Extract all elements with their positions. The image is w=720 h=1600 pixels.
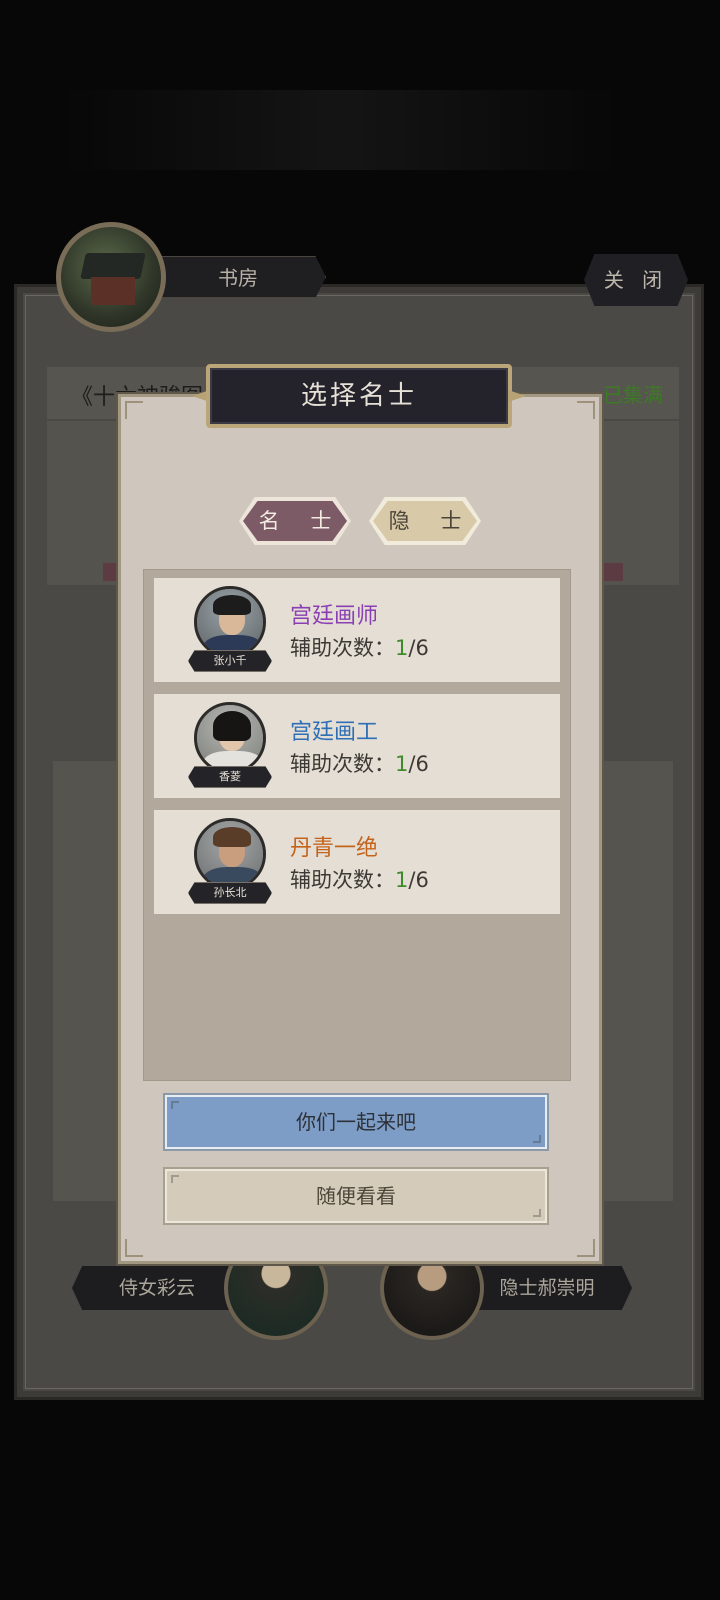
- tab-famous-scholar[interactable]: 名 士: [239, 497, 351, 545]
- assist-current: 1: [395, 868, 409, 892]
- portrait-icon: [194, 586, 266, 658]
- assist-current: 1: [395, 636, 409, 660]
- button-corner-icon: [533, 1135, 541, 1143]
- avatar: 香菱: [188, 702, 272, 792]
- assist-count: 辅助次数：1/6: [290, 864, 429, 894]
- browse-label: 随便看看: [316, 1184, 396, 1208]
- assist-label: 辅助次数：: [290, 752, 395, 776]
- assist-count: 辅助次数：1/6: [290, 632, 429, 662]
- all-together-label: 你们一起来吧: [296, 1110, 416, 1134]
- scholar-name: 孙长北: [188, 882, 272, 904]
- scholar-title: 宫廷画师: [290, 604, 379, 629]
- scholar-list[interactable]: 张小千 宫廷画师 辅助次数：1/6 香菱 宫廷画工 辅助次数：1/6 孙长北 丹…: [143, 569, 571, 1081]
- house-shape: [91, 277, 135, 305]
- attendant-left-label[interactable]: 侍女彩云: [72, 1266, 242, 1310]
- corner-ornament-icon: [577, 1239, 595, 1257]
- scholar-name: 张小千: [188, 650, 272, 672]
- scholar-card[interactable]: 孙长北 丹青一绝 辅助次数：1/6: [154, 810, 560, 914]
- tab-hermit[interactable]: 隐 士: [369, 497, 481, 545]
- scholar-card[interactable]: 香菱 宫廷画工 辅助次数：1/6: [154, 694, 560, 798]
- roof-shape: [80, 253, 146, 279]
- corner-ornament-icon: [125, 1239, 143, 1257]
- assist-count: 辅助次数：1/6: [290, 748, 429, 778]
- modal-title-plate: 选择名士: [192, 364, 526, 436]
- portrait-icon: [194, 818, 266, 890]
- modal-title: 选择名士: [206, 364, 512, 428]
- assist-total: /6: [408, 636, 429, 660]
- study-label: 书房: [150, 256, 326, 298]
- button-corner-icon: [533, 1209, 541, 1217]
- portrait-icon: [194, 702, 266, 774]
- background-header-blur: [60, 90, 620, 170]
- attendant-right-label[interactable]: 隐士郝崇明: [462, 1266, 632, 1310]
- scholar-name: 香菱: [188, 766, 272, 788]
- corner-ornament-icon: [577, 401, 595, 419]
- avatar: 孙长北: [188, 818, 272, 908]
- avatar: 张小千: [188, 586, 272, 676]
- study-building-icon: [56, 222, 166, 332]
- button-corner-icon: [171, 1101, 179, 1109]
- select-scholar-modal: 名 士 隐 士 张小千 宫廷画师 辅助次数：1/6 香菱 宫廷画工 辅助次数：1…: [118, 394, 602, 1264]
- scholar-tabs: 名 士 隐 士: [239, 497, 489, 549]
- all-together-button[interactable]: 你们一起来吧: [165, 1095, 547, 1149]
- tab-label: 名 士: [243, 501, 347, 541]
- assist-total: /6: [408, 868, 429, 892]
- assist-current: 1: [395, 752, 409, 776]
- scholar-card[interactable]: 张小千 宫廷画师 辅助次数：1/6: [154, 578, 560, 682]
- browse-button[interactable]: 随便看看: [165, 1169, 547, 1223]
- button-corner-icon: [171, 1175, 179, 1183]
- scholar-title: 宫廷画工: [290, 720, 379, 745]
- assist-total: /6: [408, 752, 429, 776]
- tab-label: 隐 士: [373, 501, 477, 541]
- corner-ornament-icon: [125, 401, 143, 419]
- assist-label: 辅助次数：: [290, 868, 395, 892]
- scholar-title: 丹青一绝: [290, 836, 379, 861]
- close-button[interactable]: 关 闭: [584, 254, 688, 306]
- assist-label: 辅助次数：: [290, 636, 395, 660]
- collected-status: 已集满: [603, 383, 663, 407]
